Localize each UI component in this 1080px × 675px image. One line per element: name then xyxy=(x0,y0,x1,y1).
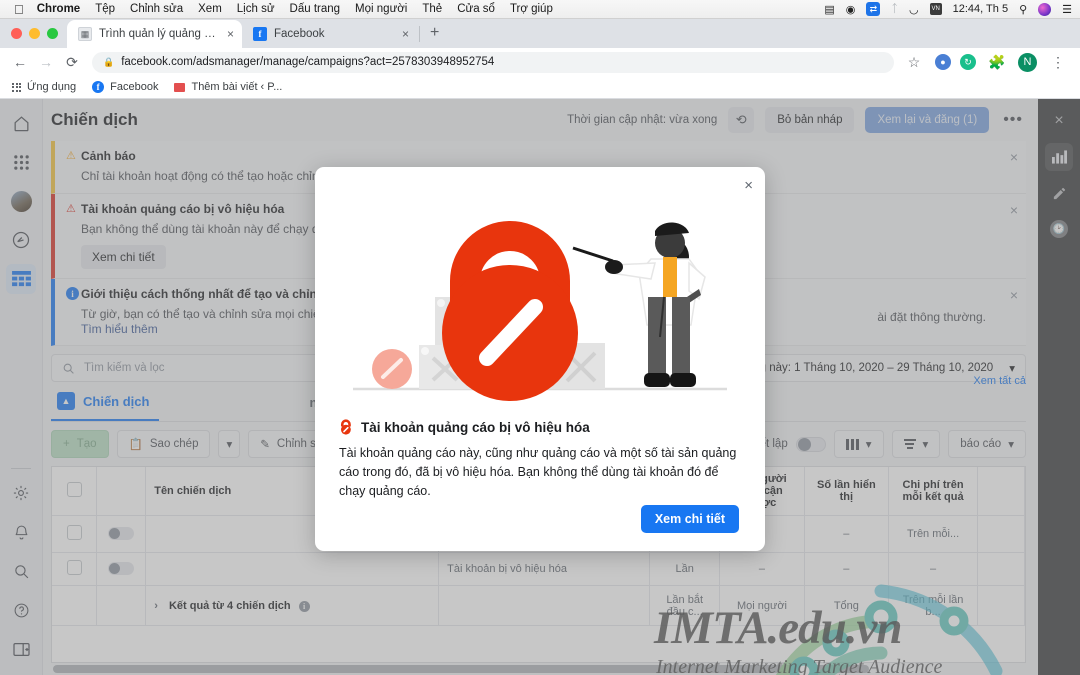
reload-button[interactable]: ⟳ xyxy=(60,50,84,74)
maximize-window-button[interactable] xyxy=(47,28,58,39)
siri-icon[interactable] xyxy=(1038,2,1052,16)
person-illustration xyxy=(605,222,706,387)
clock-time[interactable]: 12:44, Th 5 xyxy=(953,3,1008,15)
menu-history[interactable]: Lịch sử xyxy=(237,3,275,15)
wordpress-icon xyxy=(174,82,186,92)
screenshot-icon[interactable]: ▤ xyxy=(824,3,834,16)
forward-button[interactable]: → xyxy=(34,50,58,74)
menu-window[interactable]: Cửa sổ xyxy=(457,3,495,15)
extensions-puzzle-icon[interactable]: 🧩 xyxy=(985,50,1009,74)
ads-manager-page: Chiến dịch Thời gian cập nhật: vừa xong … xyxy=(0,99,1080,675)
menu-edit[interactable]: Chỉnh sửa xyxy=(130,3,183,15)
address-bar[interactable]: 🔒 facebook.com/adsmanager/manage/campaig… xyxy=(92,51,894,73)
extension-blue-icon[interactable]: ● xyxy=(935,54,951,70)
tab-separator xyxy=(419,26,420,42)
facebook-icon: f xyxy=(92,81,105,93)
chrome-menu-icon[interactable]: ⋮ xyxy=(1046,50,1070,74)
close-tab-icon[interactable]: × xyxy=(402,27,409,41)
extension-green-icon[interactable]: ↻ xyxy=(960,54,976,70)
modal-title-row: Tài khoản quảng cáo bị vô hiệu hóa xyxy=(339,419,741,435)
adsmanager-favicon-icon: ▦ xyxy=(78,27,92,41)
modal-illustration xyxy=(315,193,765,403)
tab-title: Trình quản lý quảng cáo - Quả xyxy=(99,28,220,40)
bluetooth-icon[interactable]: ᛏ xyxy=(891,3,898,15)
menu-chrome[interactable]: Chrome xyxy=(37,3,80,15)
chrome-toolbar: ← → ⟳ 🔒 facebook.com/adsmanager/manage/c… xyxy=(0,48,1080,76)
apple-logo-icon[interactable]:  xyxy=(14,3,24,16)
menu-view[interactable]: Xem xyxy=(198,3,222,15)
profile-avatar[interactable]: N xyxy=(1018,52,1037,72)
facebook-favicon-icon: f xyxy=(253,27,267,41)
bookmark-apps[interactable]: Ứng dụng xyxy=(12,81,76,93)
account-disabled-modal: × Tài khoản quảng cáo bị vô hiệu hóa Tài… xyxy=(315,167,765,551)
lock-icon xyxy=(340,419,351,435)
bookmarks-bar: Ứng dụng f Facebook Thêm bài viết ‹ P... xyxy=(0,76,1080,99)
chrome-tab-strip: ▦ Trình quản lý quảng cáo - Quả × f Face… xyxy=(0,19,1080,48)
modal-text: Tài khoản quảng cáo này, cũng như quảng … xyxy=(339,446,737,498)
new-tab-button[interactable]: + xyxy=(430,24,439,42)
minimize-window-button[interactable] xyxy=(29,28,40,39)
bookmark-label: Ứng dụng xyxy=(27,81,77,93)
modal-title: Tài khoản quảng cáo bị vô hiệu hóa xyxy=(361,419,590,435)
menu-tab[interactable]: Thẻ xyxy=(422,3,442,15)
menu-people[interactable]: Mọi người xyxy=(355,3,407,15)
eye-icon[interactable]: ◉ xyxy=(846,3,856,16)
close-window-button[interactable] xyxy=(11,28,22,39)
apps-grid-icon xyxy=(12,82,21,92)
screenshot-root:  Chrome Tệp Chỉnh sửa Xem Lịch sử Dấu t… xyxy=(0,0,1080,675)
address-bar-url: facebook.com/adsmanager/manage/campaigns… xyxy=(121,56,495,68)
lock-icon: 🔒 xyxy=(103,56,115,67)
bookmark-wordpress-post[interactable]: Thêm bài viết ‹ P... xyxy=(174,81,282,93)
bookmark-facebook[interactable]: f Facebook xyxy=(92,81,158,93)
toolbar-icons: ☆ ● ↻ 🧩 N ⋮ xyxy=(902,50,1072,74)
tab-adsmanager[interactable]: ▦ Trình quản lý quảng cáo - Quả × xyxy=(67,20,242,48)
teamviewer-icon[interactable]: ⇄ xyxy=(866,2,881,16)
bookmark-star-icon[interactable]: ☆ xyxy=(902,50,926,74)
tab-facebook[interactable]: f Facebook × xyxy=(242,20,417,48)
spotlight-search-icon[interactable]: ⚲ xyxy=(1019,3,1027,16)
bookmark-label: Facebook xyxy=(110,81,159,93)
modal-body: Tài khoản quảng cáo bị vô hiệu hóa Tài k… xyxy=(339,419,741,501)
menu-bookmarks[interactable]: Dấu trang xyxy=(290,3,341,15)
wifi-icon[interactable]: ◡ xyxy=(909,3,919,16)
modal-see-details-button[interactable]: Xem chi tiết xyxy=(640,505,739,533)
disabled-account-illustration-icon xyxy=(353,221,727,401)
close-modal-icon[interactable]: × xyxy=(744,177,753,194)
menu-file[interactable]: Tệp xyxy=(95,3,115,15)
window-traffic-lights[interactable] xyxy=(0,28,67,48)
menu-help[interactable]: Trợ giúp xyxy=(510,3,553,15)
macos-menu-bar:  Chrome Tệp Chỉnh sửa Xem Lịch sử Dấu t… xyxy=(0,0,1080,19)
control-center-icon[interactable]: ☰ xyxy=(1062,3,1072,16)
tab-title: Facebook xyxy=(274,28,325,40)
back-button[interactable]: ← xyxy=(8,50,32,74)
bookmark-label: Thêm bài viết ‹ P... xyxy=(191,81,283,93)
input-source-icon[interactable]: VN xyxy=(929,3,942,15)
close-tab-icon[interactable]: × xyxy=(227,27,234,41)
